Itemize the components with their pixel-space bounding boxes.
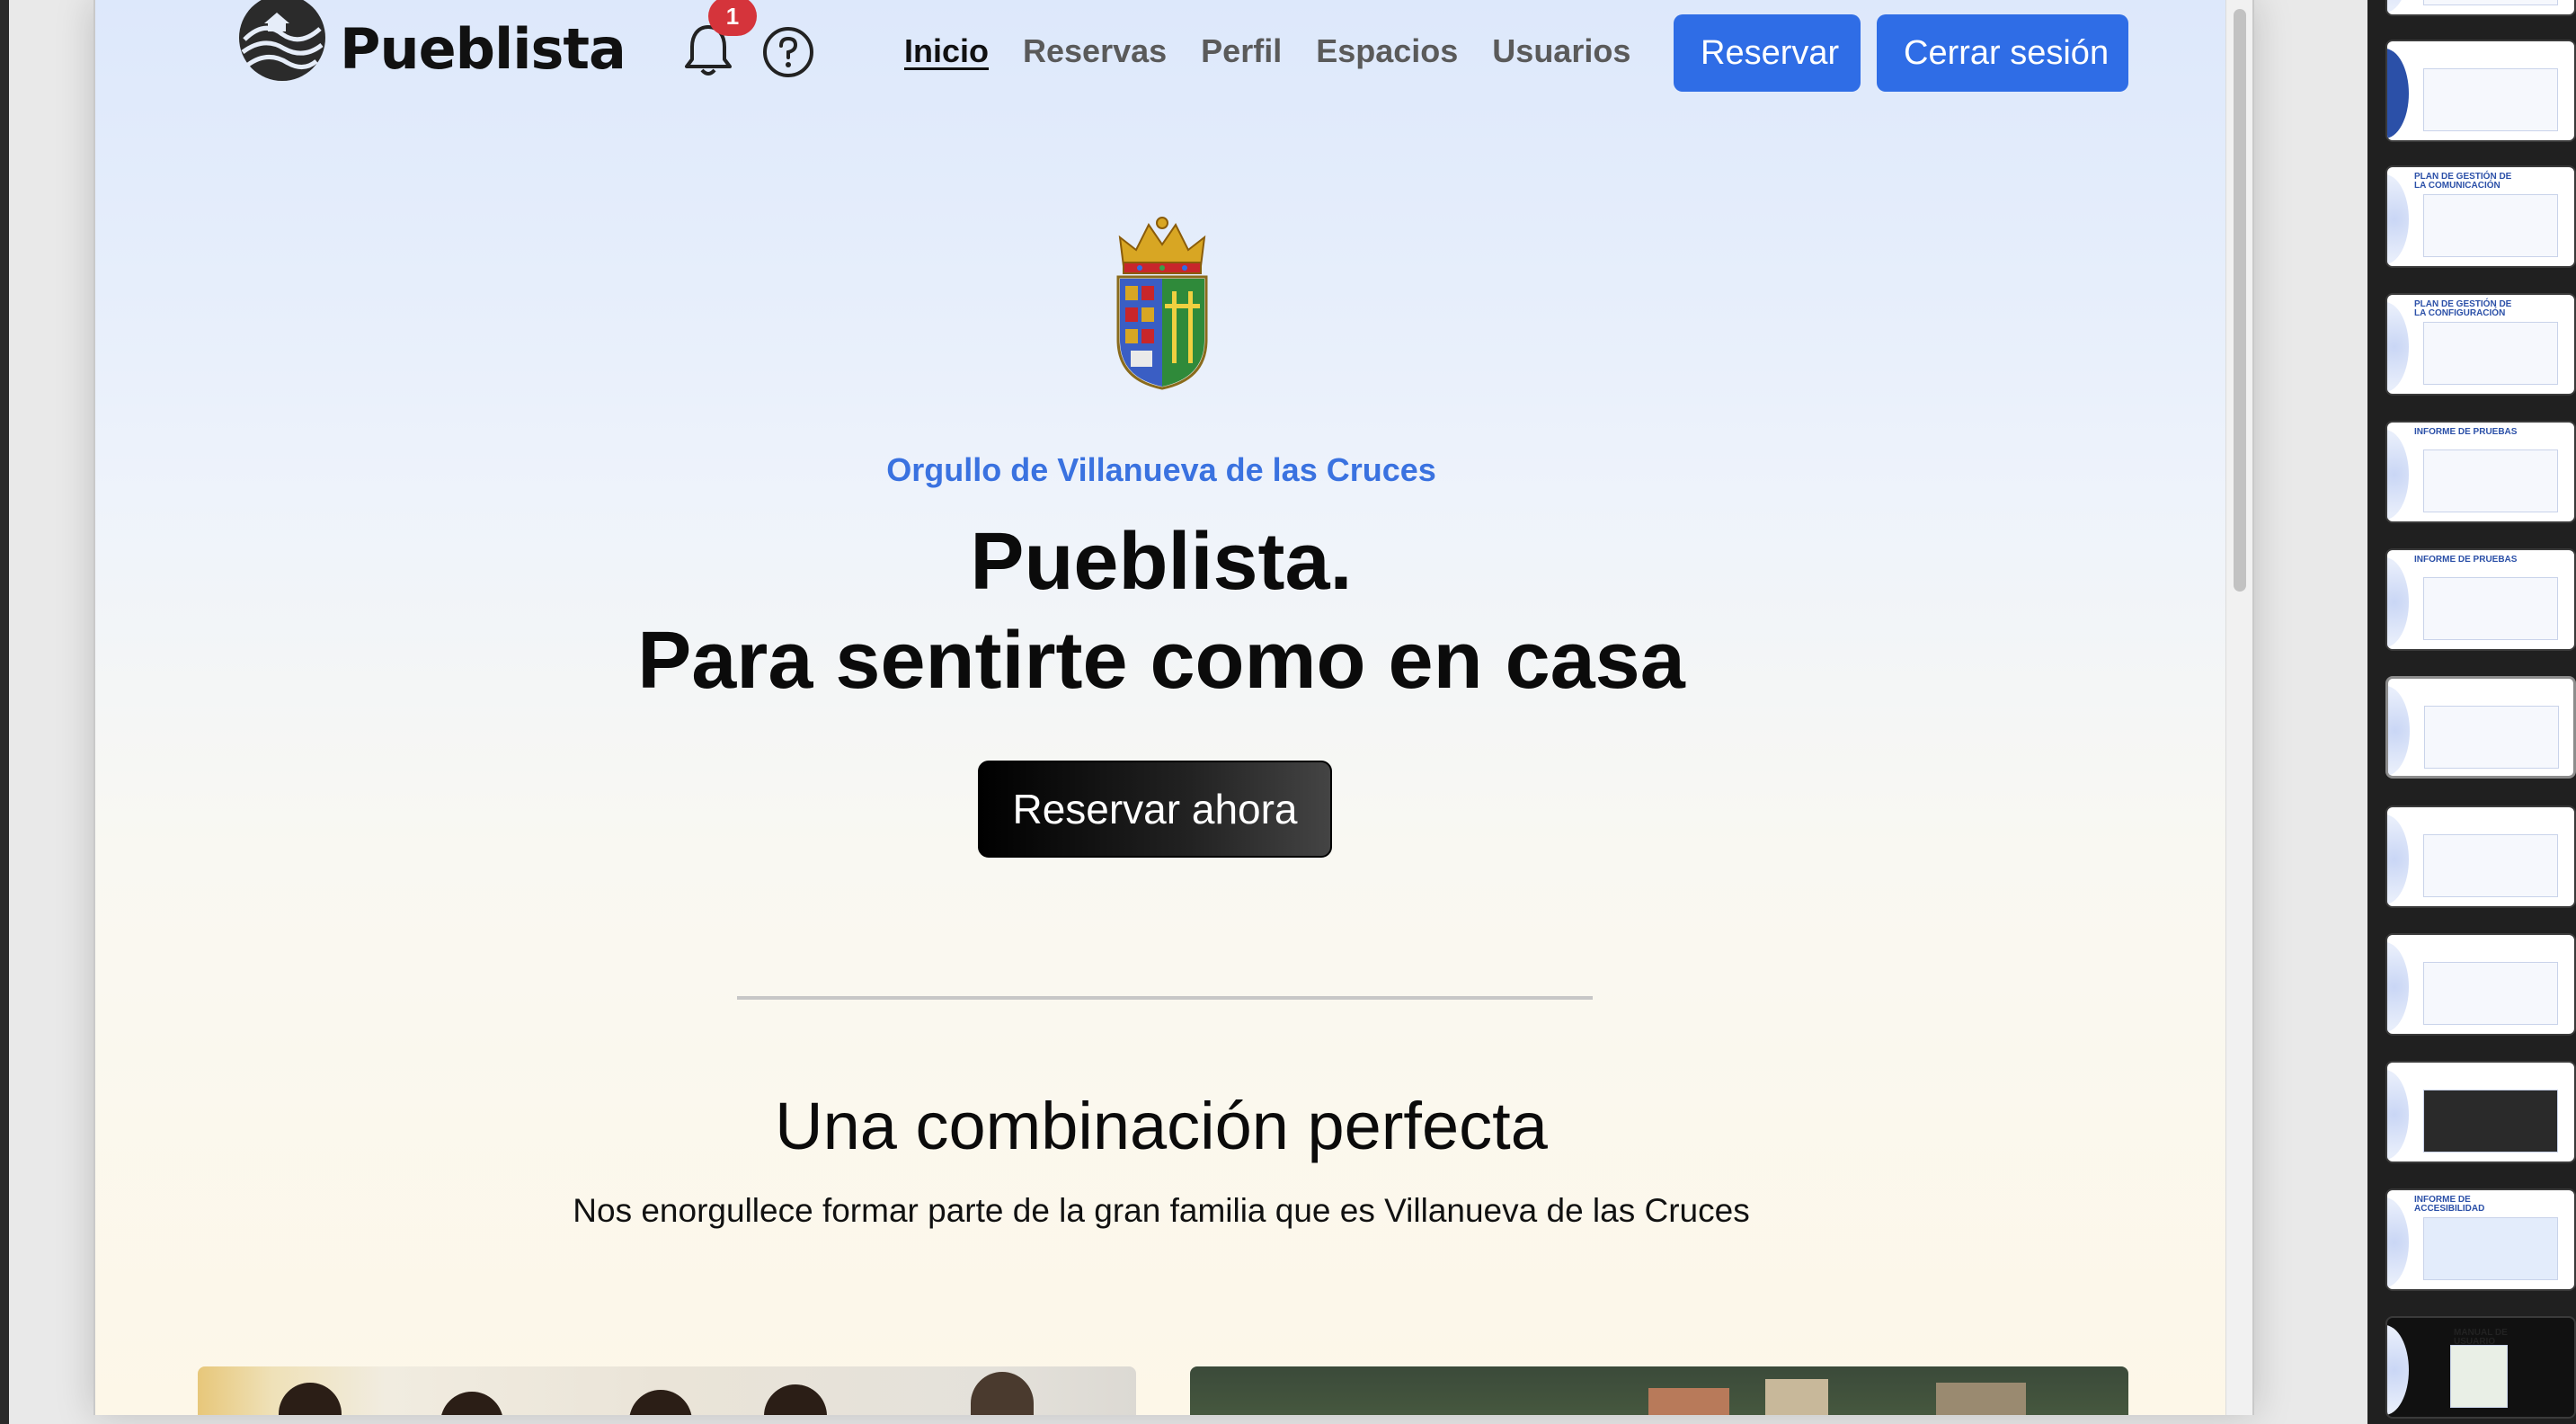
slide-thumbnail[interactable]: MANUAL DE USUARIO	[2385, 1316, 2576, 1419]
photo-village-building	[1765, 1379, 1828, 1415]
photo-person	[440, 1392, 503, 1415]
photo-village-building	[1936, 1383, 2026, 1415]
reservar-button[interactable]: Reservar	[1674, 14, 1861, 92]
slide-thumbnail[interactable]: INFORME DE PRUEBAS	[2385, 421, 2576, 523]
slide-thumbnail[interactable]: INFORME DE ACCESIBILIDAD	[2385, 1188, 2576, 1291]
photo-person	[971, 1372, 1034, 1415]
slide-thumbnail[interactable]: INFORME DE PRUEBAS	[2385, 548, 2576, 651]
municipal-coat-of-arms-image	[1116, 217, 1208, 390]
photo-people-image	[198, 1366, 1136, 1415]
nav-link-espacios[interactable]: Espacios	[1316, 32, 1458, 70]
pueblista-logo-icon[interactable]	[237, 0, 327, 83]
nav-link-inicio[interactable]: Inicio	[904, 32, 989, 70]
slide-thumbnail[interactable]	[2385, 933, 2576, 1036]
notification-count-badge: 1	[708, 0, 757, 36]
slide-thumbnail[interactable]: PLAN DE GESTIÓN DE LA CONFIGURACIÓN	[2385, 293, 2576, 396]
slide-thumbnail-title: MANUAL DE USUARIO	[2454, 1328, 2508, 1347]
reserve-now-button[interactable]: Reservar ahora	[978, 761, 1332, 858]
slide-thumbnail-title: INFORME DE PRUEBAS	[2414, 555, 2518, 565]
help-icon[interactable]	[762, 26, 814, 78]
slide-thumbnail-title: INFORME DE ACCESIBILIDAD	[2414, 1195, 2485, 1214]
hero-eyebrow: Orgullo de Villanueva de las Cruces	[886, 451, 1436, 488]
photo-village-roof	[1648, 1388, 1729, 1415]
slide-thumbnail-selected[interactable]	[2385, 676, 2576, 779]
hero-title-line-1: Pueblista.	[970, 517, 1353, 607]
brand-name[interactable]: Pueblista	[340, 16, 626, 82]
window-left-edge	[0, 0, 9, 1424]
browser-viewport: Pueblista 1 Inicio Reservas Perfil Espac…	[93, 0, 2254, 1415]
page-scrollbar-thumb[interactable]	[2234, 9, 2246, 592]
hero-title-line-2: Para sentirte como en casa	[637, 616, 1685, 706]
slide-thumbnail[interactable]	[2385, 0, 2576, 16]
nav-link-perfil[interactable]: Perfil	[1201, 32, 1282, 70]
site-header: Pueblista 1 Inicio Reservas Perfil Espac…	[95, 0, 2227, 106]
slide-thumbnail-sidebar: PLAN DE GESTIÓN DE LA COMUNICACIÓN PLAN …	[2367, 0, 2576, 1424]
main-navigation: Inicio Reservas Perfil Espacios Usuarios	[904, 32, 1665, 70]
hero-title: Pueblista. Para sentirte como en casa	[95, 512, 2227, 710]
section-title: Una combinación perfecta	[775, 1089, 1548, 1163]
logout-button[interactable]: Cerrar sesión	[1877, 14, 2128, 92]
photo-village-image	[1190, 1366, 2128, 1415]
slide-thumbnail[interactable]	[2385, 1061, 2576, 1163]
slide-thumbnail[interactable]: PLAN DE GESTIÓN DE LA COMUNICACIÓN	[2385, 165, 2576, 268]
section-subtitle: Nos enorgullece formar parte de la gran …	[573, 1192, 1750, 1229]
slide-thumbnail-title: PLAN DE GESTIÓN DE LA COMUNICACIÓN	[2414, 172, 2512, 191]
nav-link-reservas[interactable]: Reservas	[1023, 32, 1167, 70]
slide-thumbnail-title: INFORME DE PRUEBAS	[2414, 427, 2518, 437]
nav-link-usuarios[interactable]: Usuarios	[1492, 32, 1630, 70]
slide-thumbnail[interactable]	[2385, 805, 2576, 908]
page-scrollbar[interactable]	[2225, 0, 2252, 1415]
photo-person	[279, 1383, 342, 1415]
photo-person	[629, 1390, 692, 1415]
section-divider	[737, 996, 1593, 1000]
photo-person	[764, 1384, 827, 1415]
slide-thumbnail[interactable]	[2385, 40, 2576, 142]
slide-thumbnail-title: PLAN DE GESTIÓN DE LA CONFIGURACIÓN	[2414, 299, 2512, 318]
